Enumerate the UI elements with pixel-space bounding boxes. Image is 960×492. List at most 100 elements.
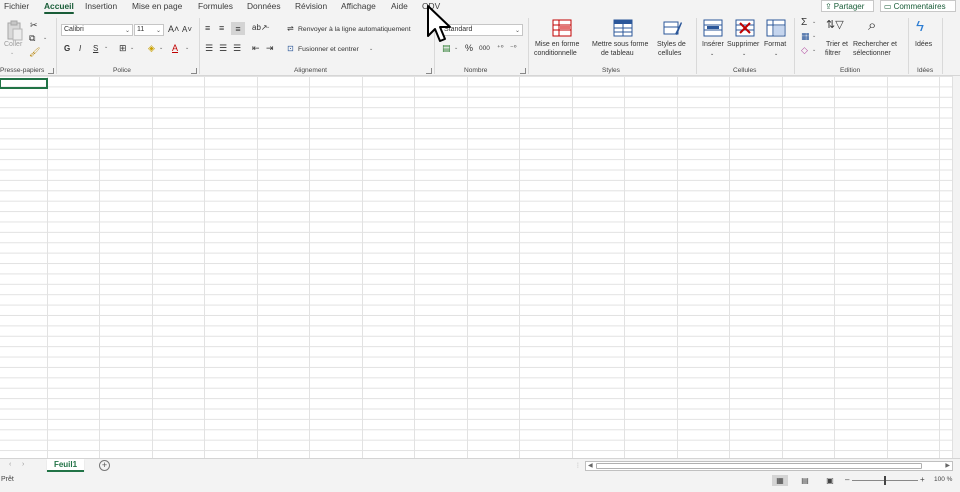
align-middle-icon[interactable]: ≡: [219, 23, 224, 33]
format-as-table-button[interactable]: Mettre sous forme: [592, 41, 648, 50]
fill-caret-icon[interactable]: ⌄: [159, 45, 163, 51]
insert-caret-icon[interactable]: ⌄: [710, 50, 714, 59]
cut-icon[interactable]: ✂: [30, 20, 38, 31]
scroll-right-icon[interactable]: ▶: [945, 462, 950, 469]
percent-button[interactable]: %: [465, 43, 473, 53]
tab-formules[interactable]: Formules: [198, 1, 233, 11]
splitter-handle[interactable]: ⋮: [575, 462, 581, 469]
font-color-caret-icon[interactable]: ⌄: [185, 45, 189, 51]
orientation-caret-icon[interactable]: ⌄: [266, 24, 270, 30]
tab-donnees[interactable]: Données: [247, 1, 281, 11]
page-break-icon[interactable]: ▣: [822, 475, 838, 486]
sort-filter-label-2[interactable]: filtrer: [825, 50, 841, 59]
align-center-icon[interactable]: ☰: [219, 43, 227, 54]
align-right-icon[interactable]: ☰: [233, 43, 241, 54]
tab-mise-en-page[interactable]: Mise en page: [132, 1, 182, 11]
insert-cells-button[interactable]: Insérer: [702, 41, 724, 50]
cell-styles-button[interactable]: Styles de: [657, 41, 686, 50]
find-select-button[interactable]: Rechercher et: [853, 41, 897, 50]
font-name-select[interactable]: Calibri ⌄: [61, 24, 133, 36]
align-left-icon[interactable]: ☰: [205, 43, 213, 54]
align-top-icon[interactable]: ≡: [205, 23, 210, 33]
increase-indent-icon[interactable]: ⇥: [266, 43, 274, 54]
format-caret-icon[interactable]: ⌄: [774, 50, 778, 59]
insert-cells-icon[interactable]: [703, 19, 723, 37]
conditional-formatting-icon[interactable]: [552, 19, 572, 37]
worksheet-grid[interactable]: [0, 76, 952, 458]
zoom-thumb[interactable]: [884, 476, 886, 485]
format-as-table-icon[interactable]: [613, 19, 633, 37]
fill-caret-icon[interactable]: ⌄: [812, 33, 816, 39]
copy-icon[interactable]: ⧉: [29, 33, 35, 44]
zoom-out-icon[interactable]: –: [845, 475, 849, 484]
font-size-select[interactable]: 11 ⌄: [134, 24, 164, 36]
sort-filter-button[interactable]: Trier et: [826, 41, 848, 50]
format-cells-icon[interactable]: [766, 19, 786, 37]
format-as-table-label-2[interactable]: de tableau: [601, 50, 634, 59]
scroll-thumb[interactable]: [596, 463, 922, 469]
shrink-font-icon[interactable]: A˅: [182, 25, 192, 34]
conditional-formatting-button[interactable]: Mise en forme: [535, 41, 579, 50]
font-launcher-icon[interactable]: [191, 68, 197, 74]
autosum-caret-icon[interactable]: ⌄: [812, 19, 816, 25]
decrease-decimal-icon[interactable]: ⁻⁰: [510, 44, 517, 52]
number-launcher-icon[interactable]: [520, 68, 526, 74]
fill-icon[interactable]: ▦: [801, 31, 810, 42]
wrap-text-icon[interactable]: ⇌: [287, 24, 294, 33]
thousands-button[interactable]: 000: [479, 45, 490, 52]
share-button[interactable]: ⇪ Partager: [821, 0, 874, 12]
currency-caret-icon[interactable]: ⌄: [454, 45, 458, 51]
decrease-indent-icon[interactable]: ⇤: [252, 43, 260, 54]
horizontal-scrollbar[interactable]: ◀ ▶: [585, 461, 953, 471]
normal-view-icon[interactable]: ▦: [772, 475, 788, 486]
fill-color-icon[interactable]: ◈: [148, 43, 155, 54]
bold-button[interactable]: G: [64, 44, 70, 53]
tab-fichier[interactable]: Fichier: [4, 1, 29, 11]
merge-center-icon[interactable]: ⊡: [287, 44, 294, 53]
align-bottom-icon[interactable]: ≡: [231, 22, 245, 35]
tab-affichage[interactable]: Affichage: [341, 1, 376, 11]
zoom-level[interactable]: 100 %: [934, 476, 952, 483]
cell-styles-label-2[interactable]: cellules: [658, 50, 681, 59]
italic-button[interactable]: I: [79, 44, 81, 53]
tab-accueil[interactable]: Accueil: [44, 1, 74, 14]
format-painter-icon[interactable]: 🖌: [29, 47, 40, 58]
grow-font-icon[interactable]: A˄: [168, 24, 179, 34]
find-select-icon[interactable]: ⌕: [868, 17, 876, 34]
next-sheet-icon[interactable]: ›: [22, 461, 24, 468]
vertical-scrollbar[interactable]: [952, 76, 960, 458]
cell-styles-icon[interactable]: [663, 19, 683, 37]
prev-sheet-icon[interactable]: ‹: [9, 461, 11, 468]
scroll-left-icon[interactable]: ◀: [588, 462, 593, 469]
underline-caret-icon[interactable]: ⌄: [104, 44, 108, 50]
clipboard-launcher-icon[interactable]: [48, 68, 54, 74]
clear-icon[interactable]: ◇: [801, 45, 808, 56]
tab-revision[interactable]: Révision: [295, 1, 327, 11]
find-select-label-2[interactable]: sélectionner: [853, 50, 891, 59]
copy-caret-icon[interactable]: ⌄: [43, 35, 47, 41]
paste-icon[interactable]: [6, 20, 24, 42]
tab-insertion[interactable]: Insertion: [85, 1, 117, 11]
clear-caret-icon[interactable]: ⌄: [812, 47, 816, 53]
add-sheet-button[interactable]: +: [99, 460, 110, 471]
borders-caret-icon[interactable]: ⌄: [130, 45, 134, 51]
conditional-formatting-label-2[interactable]: conditionnelle: [534, 50, 577, 59]
alignment-launcher-icon[interactable]: [426, 68, 432, 74]
wrap-text-button[interactable]: Renvoyer à la ligne automatiquement: [298, 26, 411, 33]
delete-caret-icon[interactable]: ⌄: [742, 50, 746, 59]
ideas-button[interactable]: Idées: [915, 41, 932, 50]
sort-filter-icon[interactable]: ⇅▽: [826, 18, 844, 31]
page-layout-icon[interactable]: ▤: [797, 475, 813, 486]
format-cells-button[interactable]: Format: [764, 41, 786, 50]
merge-caret-icon[interactable]: ⌄: [369, 46, 373, 52]
autosum-icon[interactable]: Σ: [801, 17, 807, 28]
delete-cells-icon[interactable]: [735, 19, 755, 37]
borders-icon[interactable]: ⊞: [119, 43, 127, 54]
sheet-tab-feuil1[interactable]: Feuil1: [47, 459, 84, 472]
font-color-icon[interactable]: A: [172, 43, 178, 53]
merge-center-button[interactable]: Fusionner et centrer: [298, 46, 359, 53]
underline-button[interactable]: S: [93, 44, 98, 53]
tab-aide[interactable]: Aide: [391, 1, 408, 11]
active-cell[interactable]: [0, 78, 48, 89]
paste-caret-icon[interactable]: ⌄: [10, 49, 14, 58]
